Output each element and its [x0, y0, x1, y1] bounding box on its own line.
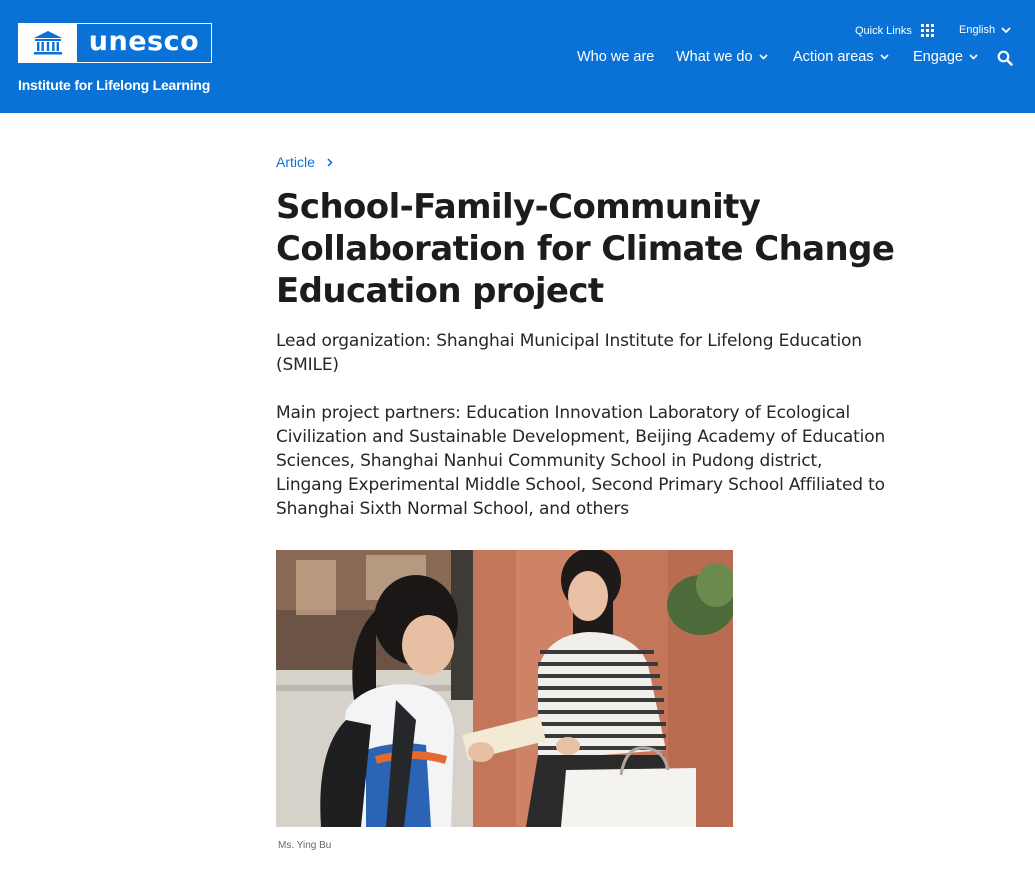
quick-links-label: Quick Links: [855, 24, 912, 37]
search-button[interactable]: [997, 50, 1013, 71]
unesco-temple-icon: [19, 24, 77, 62]
nav-label: Engage: [913, 49, 963, 65]
lead-organization-text: Lead organization: Shanghai Municipal In…: [276, 331, 862, 375]
grid-icon: [920, 24, 934, 37]
breadcrumb-article-link[interactable]: Article: [276, 154, 315, 170]
nav-label: Who we are: [577, 49, 655, 65]
quick-links-button[interactable]: Quick Links: [855, 24, 934, 37]
site-header: unesco Institute for Lifelong Learning Q…: [0, 0, 1035, 113]
page-title: School-Family-Community Collaboration fo…: [276, 187, 895, 311]
nav-what-we-do[interactable]: What we do: [676, 49, 768, 65]
chevron-down-icon: [880, 54, 889, 60]
project-partners-text: Main project partners: Education Innovat…: [276, 403, 886, 519]
search-icon: [997, 50, 1013, 66]
language-selector[interactable]: English: [959, 24, 1011, 36]
article-photo: [276, 550, 733, 827]
photo-caption: Ms. Ying Bu: [278, 840, 332, 851]
nav-engage[interactable]: Engage: [913, 49, 978, 65]
nav-action-areas[interactable]: Action areas: [793, 49, 889, 65]
logo-wordmark: unesco: [88, 26, 200, 57]
breadcrumb: Article: [276, 154, 333, 170]
nav-who-we-are[interactable]: Who we are: [577, 49, 654, 65]
chevron-down-icon: [759, 54, 768, 60]
nav-label: What we do: [676, 49, 753, 65]
unesco-logo[interactable]: unesco: [18, 23, 212, 63]
chevron-right-icon: [327, 157, 333, 167]
language-label: English: [959, 24, 996, 36]
chevron-down-icon: [1001, 26, 1011, 33]
nav-label: Action areas: [793, 49, 874, 65]
institute-name[interactable]: Institute for Lifelong Learning: [18, 77, 210, 93]
chevron-down-icon: [969, 54, 978, 60]
